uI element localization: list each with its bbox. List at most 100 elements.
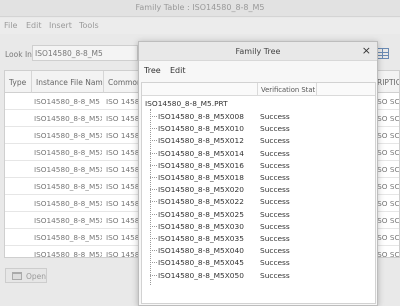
tree-item[interactable]: ISO14580_8-8_M5X014 Success <box>142 148 375 159</box>
tree-root-item[interactable]: ISO14580_8-8_M5.PRT <box>145 99 228 108</box>
tree-branch-line <box>150 213 157 215</box>
tree-branch-line <box>150 225 157 227</box>
tree-item-name: ISO14580_8-8_M5X008 <box>158 112 244 121</box>
verification-status: Success <box>260 234 290 243</box>
instance-file-name-cell: ISO14580_8-8_M5X0 <box>34 131 102 140</box>
verification-status: Success <box>260 270 290 280</box>
verification-status: Success <box>260 148 290 158</box>
instance-file-name-cell: ISO14580_8-8_M5X0 <box>34 199 102 208</box>
description-cell: ISO SC <box>375 114 400 123</box>
tree-item[interactable]: ISO14580_8-8_M5X050 Success <box>142 270 375 281</box>
description-cell: ISO SC <box>375 165 400 174</box>
menu-file[interactable]: File <box>4 21 17 30</box>
tree-item-name: ISO14580_8-8_M5X016 <box>158 160 244 170</box>
description-cell: ISO SC <box>375 131 400 140</box>
family-tree-table: Verification Stat ISO14580_8-8_M5.PRT IS… <box>141 82 376 304</box>
tree-item-name: ISO14580_8-8_M5X045 <box>158 258 244 268</box>
description-cell: ISO SC <box>375 97 400 106</box>
tree-branch-line <box>150 201 157 203</box>
tree-item-name: ISO14580_8-8_M5X030 <box>158 221 244 231</box>
tree-branch-line <box>150 164 157 166</box>
tree-item-name: ISO14580_8-8_M5X010 <box>158 124 244 134</box>
verification-status: Success <box>260 124 290 134</box>
menu-tools[interactable]: Tools <box>79 21 99 30</box>
tree-branch-line <box>150 262 157 264</box>
tree-item-name: ISO14580_8-8_M5X014 <box>158 148 244 158</box>
tree-item[interactable]: ISO14580_8-8_M5X012 Success <box>142 135 375 146</box>
tree-item[interactable]: ISO14580_8-8_M5X008 Success <box>142 111 375 122</box>
description-cell: ISO SC <box>375 148 400 157</box>
look-in-field[interactable]: ISO14580_8-8_M5 <box>32 45 138 61</box>
menu-edit[interactable]: Edit <box>26 21 42 30</box>
column-header-name[interactable] <box>142 83 258 96</box>
verification-status: Success <box>260 136 290 146</box>
family-tree-title: Family Tree <box>235 47 281 56</box>
verification-status: Success <box>260 221 290 231</box>
tree-item-name: ISO14580_8-8_M5X012 <box>158 136 244 146</box>
instance-file-name-cell: ISO14580_8-8_M5X0 <box>34 114 102 123</box>
tree-branch-line <box>150 189 157 191</box>
tree-branch-line <box>150 116 157 117</box>
column-header-type[interactable]: Type <box>5 71 32 93</box>
instance-file-name-cell: ISO14580_8-8_M5X0 <box>34 216 102 225</box>
tree-branch-line <box>150 177 157 178</box>
tree-branch-line <box>150 274 157 276</box>
tree-item[interactable]: ISO14580_8-8_M5X040 Success <box>142 245 375 256</box>
tree-item-name: ISO14580_8-8_M5X035 <box>158 234 244 243</box>
description-cell: ISO SC <box>375 199 400 208</box>
tree-item-name: ISO14580_8-8_M5X050 <box>158 270 244 280</box>
tree-item[interactable]: ISO14580_8-8_M5X025 Success <box>142 209 375 220</box>
tree-item-name: ISO14580_8-8_M5X025 <box>158 209 244 219</box>
menu-insert[interactable]: Insert <box>49 21 72 30</box>
family-table-titlebar: Family Table : ISO14580_8-8_M5 <box>0 0 400 17</box>
tree-item[interactable]: ISO14580_8-8_M5X030 Success <box>142 221 375 232</box>
family-tree-titlebar[interactable]: Family Tree × <box>139 42 377 61</box>
tree-item[interactable]: ISO14580_8-8_M5X035 Success <box>142 233 375 244</box>
verification-status: Success <box>260 112 290 121</box>
menu-tree[interactable]: Tree <box>144 66 161 75</box>
instance-file-name-cell: ISO14580_8-8_M5X0 <box>34 250 102 258</box>
instance-file-name-cell: ISO14580_8-8_M5X0 <box>34 233 102 242</box>
family-table-menubar: File Edit Insert Tools <box>0 18 400 34</box>
instance-file-name-cell: ISO14580_8-8_M5X0 <box>34 165 102 174</box>
open-button-label: Open <box>26 272 47 281</box>
tree-item-name: ISO14580_8-8_M5X018 <box>158 173 244 182</box>
look-in-label: Look In: <box>5 50 35 59</box>
tree-branch-line <box>150 128 157 130</box>
tree-branch-line <box>150 140 157 142</box>
verification-status: Success <box>260 173 290 182</box>
verification-status: Success <box>260 160 290 170</box>
family-table-title: Family Table : ISO14580_8-8_M5 <box>135 3 265 12</box>
folder-open-icon <box>12 272 22 280</box>
instance-file-name-cell: ISO14580_8-8_M5X0 <box>34 148 102 157</box>
family-tree-dialog: Family Tree × Tree Edit Verification Sta… <box>138 41 378 306</box>
family-tree-header: Verification Stat <box>142 83 375 96</box>
close-icon[interactable]: × <box>362 44 371 57</box>
tree-item-name: ISO14580_8-8_M5X020 <box>158 185 244 195</box>
column-header-instance-file-name[interactable]: Instance File Name <box>32 71 104 93</box>
tree-item[interactable]: ISO14580_8-8_M5X020 Success <box>142 184 375 195</box>
description-cell: ISO SC <box>375 182 400 191</box>
tree-branch-line <box>150 238 157 239</box>
verification-status: Success <box>260 209 290 219</box>
tree-branch-line <box>150 152 157 154</box>
tree-item[interactable]: ISO14580_8-8_M5X022 Success <box>142 196 375 207</box>
tree-item[interactable]: ISO14580_8-8_M5X018 Success <box>142 172 375 183</box>
tree-item-name: ISO14580_8-8_M5X040 <box>158 246 244 256</box>
instance-file-name-cell: ISO14580_8-8_M5X0 <box>34 182 102 191</box>
family-tree-menubar: Tree Edit <box>139 63 377 78</box>
verification-status: Success <box>260 197 290 207</box>
verification-status: Success <box>260 258 290 268</box>
column-header-verification-status[interactable]: Verification Stat <box>259 83 317 96</box>
tree-item[interactable]: ISO14580_8-8_M5X010 Success <box>142 123 375 134</box>
description-cell: ISO SC <box>375 216 400 225</box>
tree-item[interactable]: ISO14580_8-8_M5X016 Success <box>142 160 375 171</box>
instance-file-name-cell: ISO14580_8-8_M5 <box>34 97 100 106</box>
open-button[interactable]: Open <box>5 268 47 283</box>
table-view-icon[interactable] <box>377 48 389 59</box>
tree-branch-line <box>150 250 157 252</box>
verification-status: Success <box>260 185 290 195</box>
tree-item-name: ISO14580_8-8_M5X022 <box>158 197 244 207</box>
menu-tree-edit[interactable]: Edit <box>170 66 186 75</box>
tree-item[interactable]: ISO14580_8-8_M5X045 Success <box>142 257 375 268</box>
